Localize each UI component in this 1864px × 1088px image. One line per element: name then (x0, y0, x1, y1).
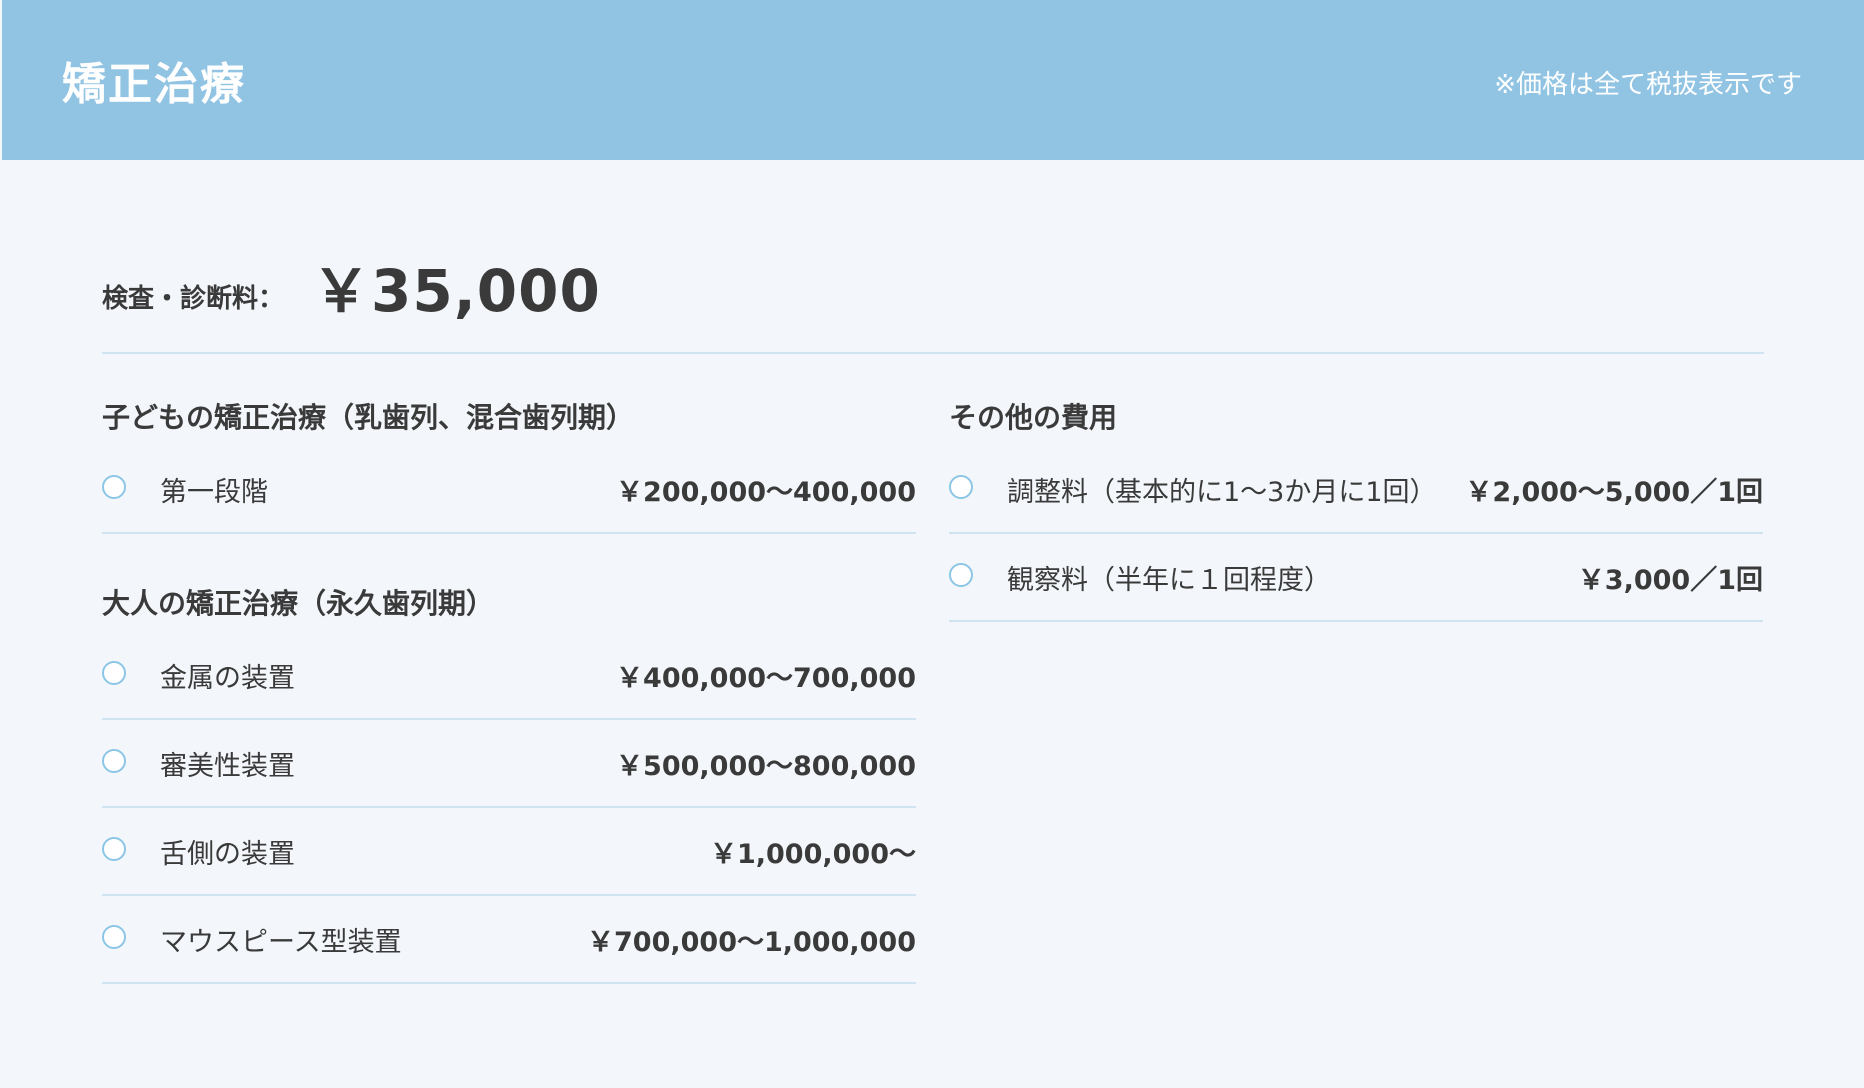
price-row-metal-appliance[interactable]: 金属の装置 ￥400,000〜700,000 (102, 632, 916, 720)
right-column: その他の費用 調整料（基本的に1〜3か月に1回） ￥2,000〜5,000／1回… (949, 390, 1763, 622)
tax-note: ※価格は全て税抜表示です (1494, 70, 1802, 100)
price-row-aesthetic-appliance[interactable]: 審美性装置 ￥500,000〜800,000 (102, 720, 916, 808)
row-label: 金属の装置 (160, 663, 295, 694)
left-column: 子どもの矯正治療（乳歯列、混合歯列期） 第一段階 ￥200,000〜400,00… (102, 390, 916, 984)
price-row-observation-fee[interactable]: 観察料（半年に１回程度） ￥3,000／1回 (949, 534, 1763, 622)
radio-button[interactable] (949, 563, 973, 587)
radio-button[interactable] (102, 837, 126, 861)
exam-fee-price: ￥35,000 (312, 257, 601, 325)
exam-fee-row: 検査・診断料： ￥35,000 (102, 244, 1764, 354)
other-costs-section-title: その他の費用 (949, 401, 1118, 434)
radio-button[interactable] (102, 749, 126, 773)
page: 矯正治療 ※価格は全て税抜表示です 検査・診断料： ￥35,000 子どもの矯正… (0, 0, 1864, 1088)
radio-button[interactable] (102, 925, 126, 949)
row-price: ￥500,000〜800,000 (616, 751, 916, 782)
price-row-children-stage1[interactable]: 第一段階 ￥200,000〜400,000 (102, 446, 916, 534)
row-price: ￥2,000〜5,000／1回 (1465, 477, 1763, 508)
row-label: 審美性装置 (160, 751, 295, 782)
children-section-title: 子どもの矯正治療（乳歯列、混合歯列期） (102, 401, 635, 434)
row-price: ￥200,000〜400,000 (616, 477, 916, 508)
row-price: ￥1,000,000〜 (709, 839, 916, 870)
row-price: ￥3,000／1回 (1577, 565, 1763, 596)
row-label: 調整料（基本的に1〜3か月に1回） (1007, 477, 1437, 508)
price-row-mouthpiece-appliance[interactable]: マウスピース型装置 ￥700,000〜1,000,000 (102, 896, 916, 984)
exam-fee-label: 検査・診断料： (102, 284, 285, 314)
row-label: マウスピース型装置 (160, 927, 402, 958)
row-label: 観察料（半年に１回程度） (1007, 565, 1331, 596)
price-row-lingual-appliance[interactable]: 舌側の装置 ￥1,000,000〜 (102, 808, 916, 896)
adults-section-title: 大人の矯正治療（永久歯列期） (102, 587, 495, 620)
header-bar: 矯正治療 ※価格は全て税抜表示です (2, 0, 1864, 160)
row-price: ￥700,000〜1,000,000 (587, 927, 916, 958)
page-title: 矯正治療 (62, 59, 246, 110)
radio-button[interactable] (102, 475, 126, 499)
row-label: 第一段階 (160, 477, 268, 508)
row-price: ￥400,000〜700,000 (616, 663, 916, 694)
price-row-adjustment-fee[interactable]: 調整料（基本的に1〜3か月に1回） ￥2,000〜5,000／1回 (949, 446, 1763, 534)
radio-button[interactable] (102, 661, 126, 685)
row-label: 舌側の装置 (160, 839, 295, 870)
radio-button[interactable] (949, 475, 973, 499)
